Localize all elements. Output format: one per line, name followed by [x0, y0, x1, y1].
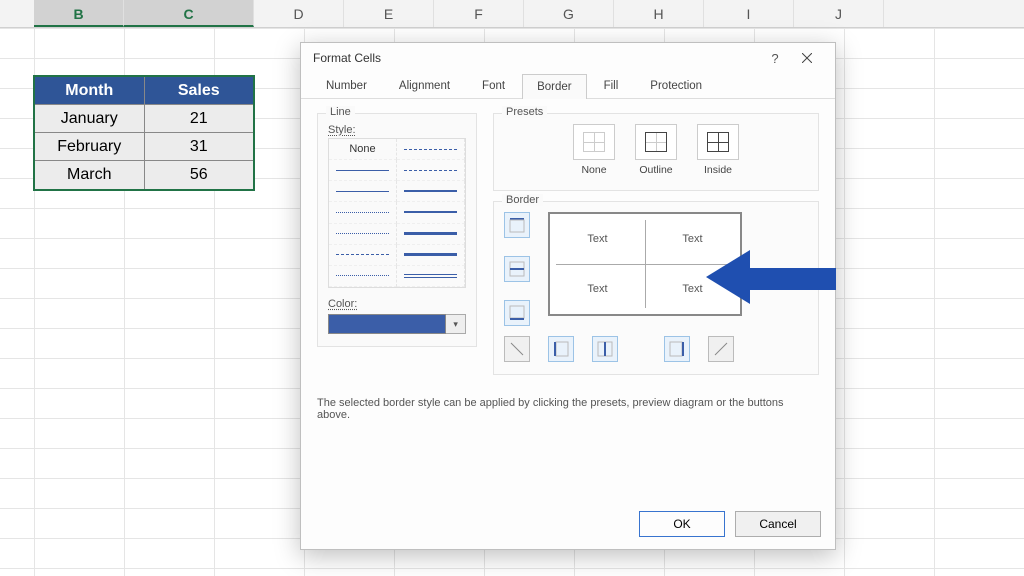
style-opt[interactable] [329, 266, 397, 287]
table-row: February 31 [35, 133, 253, 161]
style-opt[interactable] [397, 160, 465, 181]
color-dropdown[interactable]: ▾ [446, 314, 466, 334]
close-button[interactable] [791, 44, 823, 72]
col-header-j[interactable]: J [794, 0, 884, 27]
col-header-f[interactable]: F [434, 0, 524, 27]
preset-inside-icon [697, 124, 739, 160]
dialog-titlebar[interactable]: Format Cells ? [301, 43, 835, 73]
col-header-h[interactable]: H [614, 0, 704, 27]
color-swatch[interactable] [328, 314, 446, 334]
color-label: Color: [328, 298, 466, 310]
style-opt[interactable] [397, 245, 465, 266]
tab-border[interactable]: Border [522, 74, 587, 99]
border-right-button[interactable] [664, 336, 690, 362]
preset-none-label: None [581, 164, 606, 176]
cancel-button[interactable]: Cancel [735, 511, 821, 537]
ok-button[interactable]: OK [639, 511, 725, 537]
col-header-g[interactable]: G [524, 0, 614, 27]
col-header-i[interactable]: I [704, 0, 794, 27]
preview-cell: Text [550, 264, 645, 314]
presets-group: Presets None Outline Inside [493, 113, 819, 191]
table-row: March 56 [35, 161, 253, 189]
preset-inside[interactable]: Inside [697, 124, 739, 176]
tab-number[interactable]: Number [311, 73, 382, 98]
col-header-d[interactable]: D [254, 0, 344, 27]
cell-sales: 56 [145, 161, 254, 189]
preset-inside-label: Inside [704, 164, 732, 176]
cell-sales: 21 [145, 105, 254, 133]
border-diag-up-button[interactable] [708, 336, 734, 362]
cell-month: March [35, 161, 145, 189]
preset-outline[interactable]: Outline [635, 124, 677, 176]
preset-outline-icon [635, 124, 677, 160]
col-header-c[interactable]: C [124, 0, 254, 27]
table-row: January 21 [35, 105, 253, 133]
cell-month: January [35, 105, 145, 133]
style-opt[interactable] [329, 160, 397, 181]
style-opt[interactable] [329, 224, 397, 245]
style-opt[interactable] [397, 139, 465, 160]
style-opt[interactable] [329, 202, 397, 223]
border-left-button[interactable] [548, 336, 574, 362]
border-diag-down-button[interactable] [504, 336, 530, 362]
style-opt[interactable] [329, 181, 397, 202]
close-icon [802, 53, 812, 63]
presets-group-label: Presets [502, 106, 547, 118]
style-opt[interactable] [397, 202, 465, 223]
line-style-picker[interactable]: None [328, 138, 466, 288]
style-opt[interactable] [329, 245, 397, 266]
arrow-shaft [746, 268, 836, 290]
style-none[interactable]: None [329, 139, 397, 160]
style-opt[interactable] [397, 181, 465, 202]
cell-sales: 31 [145, 133, 254, 161]
tab-fill[interactable]: Fill [589, 73, 634, 98]
col-header-e[interactable]: E [344, 0, 434, 27]
border-bottom-button[interactable] [504, 300, 530, 326]
preset-none[interactable]: None [573, 124, 615, 176]
callout-arrow [716, 250, 836, 304]
style-opt[interactable] [397, 266, 465, 287]
tab-protection[interactable]: Protection [635, 73, 717, 98]
tab-font[interactable]: Font [467, 73, 520, 98]
header-sales: Sales [145, 77, 254, 105]
dialog-tabs: Number Alignment Font Border Fill Protec… [301, 73, 835, 99]
preview-cell: Text [550, 214, 645, 264]
data-table[interactable]: Month Sales January 21 February 31 March… [34, 76, 254, 190]
preset-none-icon [573, 124, 615, 160]
dialog-title: Format Cells [313, 51, 381, 65]
border-top-button[interactable] [504, 212, 530, 238]
tab-alignment[interactable]: Alignment [384, 73, 465, 98]
table-header-row: Month Sales [35, 77, 253, 105]
line-group-label: Line [326, 106, 355, 118]
border-vmid-button[interactable] [592, 336, 618, 362]
column-headers: B C D E F G H I J [0, 0, 1024, 28]
header-month: Month [35, 77, 145, 105]
hint-text: The selected border style can be applied… [317, 397, 819, 421]
line-group: Line Style: None [317, 113, 477, 347]
border-group-label: Border [502, 194, 543, 206]
col-header-b[interactable]: B [34, 0, 124, 27]
style-opt[interactable] [397, 224, 465, 245]
border-hmid-button[interactable] [504, 256, 530, 282]
preset-outline-label: Outline [639, 164, 672, 176]
arrow-head-icon [706, 250, 750, 304]
help-button[interactable]: ? [759, 44, 791, 72]
cell-month: February [35, 133, 145, 161]
style-label: Style: [328, 124, 466, 136]
